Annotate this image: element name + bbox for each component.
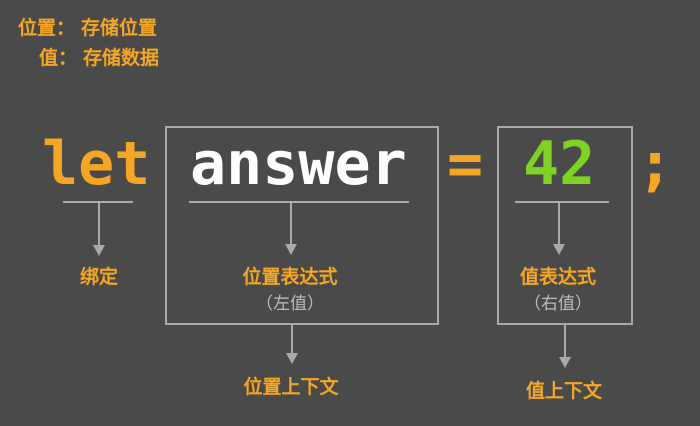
legend-location-key: 位置： [18, 17, 76, 39]
legend-location-row: 位置： 存储位置 [18, 16, 198, 40]
binding-arrow-stem [98, 203, 100, 245]
value-expression-label: 值表达式 [519, 266, 596, 288]
semicolon: ; [637, 129, 674, 199]
value-context-arrow-icon [559, 357, 571, 368]
keyword-let: let [42, 129, 151, 199]
value-arrow-stem [558, 203, 560, 244]
place-arrow-stem [290, 203, 292, 244]
legend-value-value: 存储数据 [83, 47, 160, 69]
place-arrow-icon [285, 244, 297, 255]
place-context-arrow-stem [291, 325, 293, 354]
legend-value-key: 值： [39, 47, 78, 69]
value-context-arrow-stem [564, 325, 566, 358]
place-context-arrow-icon [286, 353, 298, 364]
value-context-label: 值上下文 [525, 380, 602, 402]
rvalue-label: （右值） [524, 294, 592, 314]
literal-42: 42 [523, 129, 596, 199]
equals-sign: = [447, 129, 484, 199]
binding-arrow-icon [93, 245, 105, 256]
legend-location-value: 存储位置 [81, 17, 158, 39]
lvalue-label: （左值） [256, 294, 324, 314]
value-arrow-icon [553, 244, 565, 255]
binding-label: 绑定 [79, 266, 118, 288]
legend-value-row: 值： 存储数据 [39, 46, 209, 70]
answer-underline [189, 201, 409, 203]
place-expression-label: 位置表达式 [242, 266, 338, 288]
place-context-label: 位置上下文 [243, 376, 339, 398]
identifier-answer: answer [190, 129, 407, 199]
literal-underline [515, 201, 609, 203]
